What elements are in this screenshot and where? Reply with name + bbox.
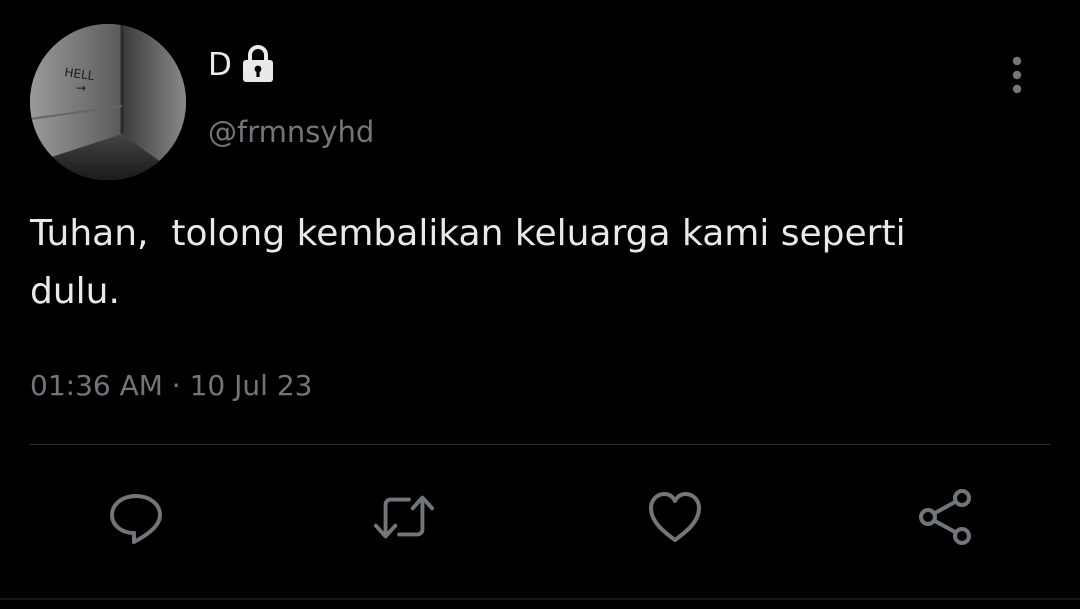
tweet-timestamp[interactable]: 01:36 AM · 10 Jul 23 — [30, 366, 312, 406]
svg-text:→: → — [76, 81, 86, 95]
retweet-icon — [373, 495, 435, 539]
retweet-button[interactable] — [372, 485, 436, 549]
heart-icon — [649, 492, 701, 542]
display-name-row: D — [208, 40, 276, 90]
user-handle[interactable]: @frmnsyhd — [208, 112, 374, 152]
reply-button[interactable] — [104, 485, 168, 549]
share-icon — [919, 489, 971, 545]
like-button[interactable] — [643, 485, 707, 549]
avatar-image: HELL → — [30, 24, 186, 180]
share-button[interactable] — [913, 485, 977, 549]
avatar[interactable]: HELL → — [30, 24, 186, 180]
comment-icon — [110, 494, 162, 544]
more-options-icon[interactable] — [1002, 55, 1032, 95]
tweet-text: Tuhan, tolong kembalikan keluarga kami s… — [30, 213, 906, 312]
lock-icon — [240, 43, 276, 87]
tweet-card: HELL → D @frmnsyhd Tuhan, tolong kembali… — [0, 0, 1080, 609]
bottom-divider — [0, 598, 1080, 600]
display-name[interactable]: D — [208, 40, 232, 90]
divider — [30, 444, 1050, 445]
